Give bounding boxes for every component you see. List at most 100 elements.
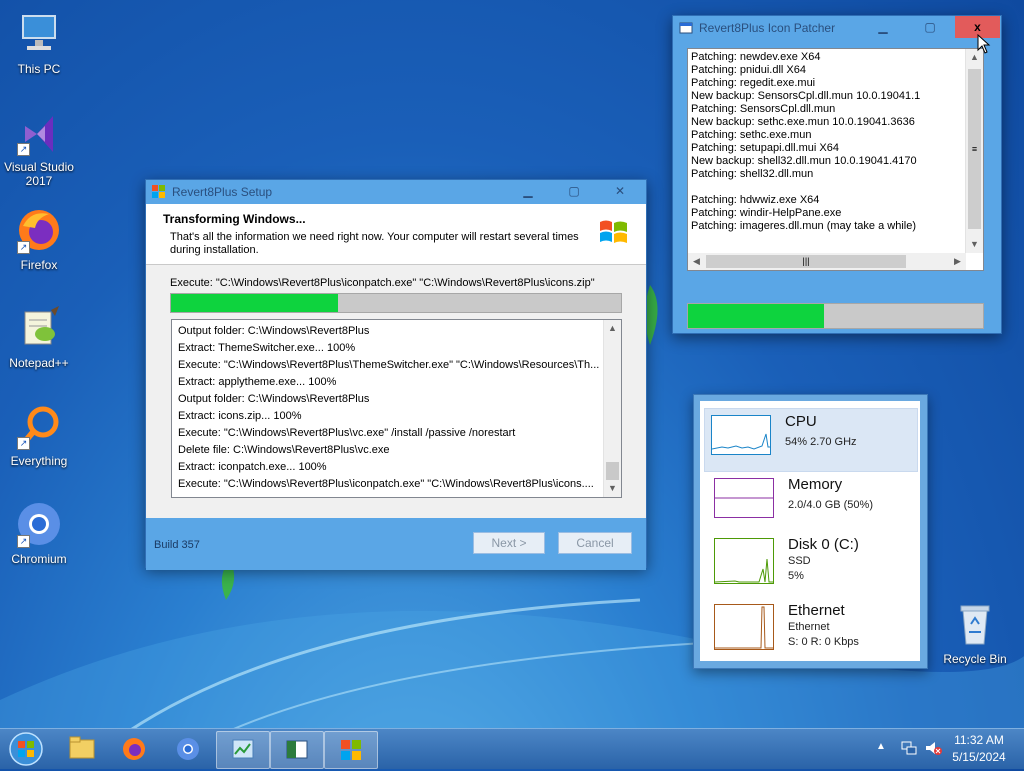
tm-disk[interactable]: Disk 0 (C:) SSD 5%	[708, 532, 920, 594]
tm-cpu[interactable]: CPU 54% 2.70 GHz	[704, 408, 918, 472]
build-label: Build 357	[154, 539, 200, 551]
ethernet-detail: S: 0 R: 0 Kbps	[788, 636, 859, 648]
windows-logo-icon	[152, 185, 165, 198]
cpu-title: CPU	[785, 413, 817, 430]
log-line: Patching: imageres.dll.mun (may take a w…	[691, 220, 916, 232]
desktop-icon-label: Visual Studio 2017	[4, 160, 74, 188]
vertical-scrollbar[interactable]: ▲ ≡ ▼	[965, 49, 983, 253]
disk-detail: 5%	[788, 570, 804, 582]
taskbar-icon-patcher[interactable]	[270, 731, 324, 769]
log-line: Patching: sethc.exe.mun	[691, 129, 812, 141]
task-manager-panel: CPU 54% 2.70 GHz Memory 2.0/4.0 GB (50%)…	[700, 401, 920, 661]
windows-logo-icon	[341, 740, 361, 760]
volume-muted-icon[interactable]	[924, 740, 942, 756]
scroll-thumb[interactable]	[606, 462, 619, 480]
next-button[interactable]: Next >	[473, 532, 545, 554]
log-line: Patching: pnidui.dll X64	[691, 64, 806, 76]
log-line: Execute: "C:\Windows\Revert8Plus\iconpat…	[178, 478, 594, 490]
window-app-icon	[679, 22, 693, 34]
setup-log-list[interactable]: Output folder: C:\Windows\Revert8Plus Ext…	[171, 319, 622, 498]
desktop-icon-label: Recycle Bin	[943, 652, 1007, 666]
network-icon[interactable]	[900, 740, 918, 756]
clock-date[interactable]: 5/15/2024	[946, 750, 1012, 764]
shortcut-arrow-icon: ↗	[17, 437, 30, 450]
setup-heading: Transforming Windows...	[163, 212, 306, 226]
patcher-log-list[interactable]: Patching: newdev.exe X64 Patching: pnidui…	[687, 48, 984, 271]
disk-title: Disk 0 (C:)	[788, 536, 859, 553]
clock-time[interactable]: 11:32 AM	[946, 733, 1012, 747]
patcher-progress-bar	[687, 303, 984, 329]
scroll-thumb[interactable]: ≡	[968, 69, 981, 229]
log-line: Patching: hdwwiz.exe X64	[691, 194, 820, 206]
desktop-icon-firefox[interactable]: ↗ Firefox	[0, 206, 79, 272]
task-manager-widget[interactable]: CPU 54% 2.70 GHz Memory 2.0/4.0 GB (50%)…	[693, 394, 928, 669]
log-line: Extract: iconpatch.exe... 100%	[178, 461, 327, 473]
vertical-scrollbar[interactable]: ▲ ▼	[603, 320, 621, 497]
visual-studio-icon: ↗	[15, 108, 63, 156]
tray-overflow-icon[interactable]: ▲	[876, 741, 886, 752]
log-line: New backup: SensorsCpl.dll.mun 10.0.1904…	[691, 90, 921, 102]
icon-patcher-window[interactable]: Revert8Plus Icon Patcher ▁ ▢ x Patching:…	[672, 15, 1002, 334]
shortcut-arrow-icon: ↗	[17, 241, 30, 254]
tm-memory[interactable]: Memory 2.0/4.0 GB (50%)	[708, 472, 920, 534]
minimize-button[interactable]: ▁	[506, 180, 550, 202]
everything-search-icon: ↗	[15, 402, 63, 450]
scroll-down-arrow-icon[interactable]: ▼	[604, 480, 621, 497]
setup-window[interactable]: Revert8Plus Setup ▁ ▢ ✕ Transforming Win…	[145, 179, 647, 570]
setup-header: Transforming Windows... That's all the i…	[146, 204, 646, 265]
ethernet-title: Ethernet	[788, 602, 845, 619]
log-line: New backup: shell32.dll.mun 10.0.19041.4…	[691, 155, 917, 167]
log-line: Extract: applytheme.exe... 100%	[178, 376, 337, 388]
window-title: Revert8Plus Setup	[172, 185, 273, 199]
taskbar-explorer[interactable]	[56, 731, 108, 767]
tm-ethernet[interactable]: Ethernet Ethernet S: 0 R: 0 Kbps	[708, 598, 920, 660]
desktop-icon-label: Everything	[10, 454, 68, 468]
windows-start-orb-icon	[9, 732, 43, 766]
desktop-icon-visual-studio[interactable]: ↗ Visual Studio 2017	[0, 108, 79, 188]
firefox-icon: ↗	[15, 206, 63, 254]
start-button[interactable]	[6, 731, 46, 767]
cancel-button[interactable]: Cancel	[558, 532, 632, 554]
taskbar-task-manager[interactable]	[216, 731, 270, 769]
desktop-icon-everything[interactable]: ↗ Everything	[0, 402, 79, 468]
recycle-bin-icon	[951, 600, 999, 648]
maximize-button[interactable]: ▢	[908, 16, 952, 38]
shortcut-arrow-icon: ↗	[17, 535, 30, 548]
log-line: Patching: SensorsCpl.dll.mun	[691, 103, 836, 115]
patcher-titlebar[interactable]: Revert8Plus Icon Patcher ▁ ▢ x	[673, 16, 1001, 40]
scroll-thumb[interactable]: |||	[706, 255, 906, 268]
shortcut-arrow-icon: ↗	[17, 143, 30, 156]
disk-graph	[714, 538, 774, 584]
disk-type: SSD	[788, 555, 811, 567]
desktop-icon-notepad-plus-plus[interactable]: Notepad++	[0, 304, 79, 370]
desktop-icon-this-pc[interactable]: This PC	[0, 10, 79, 76]
taskbar-firefox[interactable]	[108, 731, 160, 767]
close-button[interactable]: ✕	[598, 180, 642, 202]
setup-titlebar[interactable]: Revert8Plus Setup ▁ ▢ ✕	[146, 180, 646, 204]
minimize-button[interactable]: ▁	[861, 16, 905, 38]
scroll-up-arrow-icon[interactable]: ▲	[604, 320, 621, 337]
desktop-icon-label: This PC	[17, 62, 61, 76]
scroll-left-arrow-icon[interactable]: ◀	[688, 253, 705, 270]
log-line: Execute: "C:\Windows\Revert8Plus\vc.exe"…	[178, 427, 516, 439]
setup-body: Execute: "C:\Windows\Revert8Plus\iconpat…	[146, 265, 646, 518]
scroll-down-arrow-icon[interactable]: ▼	[966, 236, 983, 253]
log-line: Patching: windir-HelpPane.exe	[691, 207, 842, 219]
desktop-icon-label: Firefox	[20, 258, 58, 272]
desktop-icon-recycle-bin[interactable]: Recycle Bin	[935, 600, 1015, 666]
log-line: Patching: regedit.exe.mui	[691, 77, 816, 89]
taskbar-setup[interactable]	[324, 731, 378, 769]
setup-description: That's all the information we need right…	[170, 231, 579, 256]
memory-title: Memory	[788, 476, 843, 493]
taskbar-chromium[interactable]	[162, 731, 214, 767]
computer-icon	[15, 10, 63, 58]
taskbar: ▲ 11:32 AM 5/15/2024	[0, 728, 1024, 769]
ethernet-name: Ethernet	[788, 621, 830, 633]
scroll-right-arrow-icon[interactable]: ▶	[949, 253, 966, 270]
horizontal-scrollbar[interactable]: ◀ ||| ▶	[688, 253, 966, 270]
maximize-button[interactable]: ▢	[552, 180, 596, 202]
memory-detail: 2.0/4.0 GB (50%)	[788, 499, 873, 511]
desktop-icon-chromium[interactable]: ↗ Chromium	[0, 500, 79, 566]
cpu-graph	[711, 415, 771, 455]
notepad-plus-plus-icon	[15, 304, 63, 352]
